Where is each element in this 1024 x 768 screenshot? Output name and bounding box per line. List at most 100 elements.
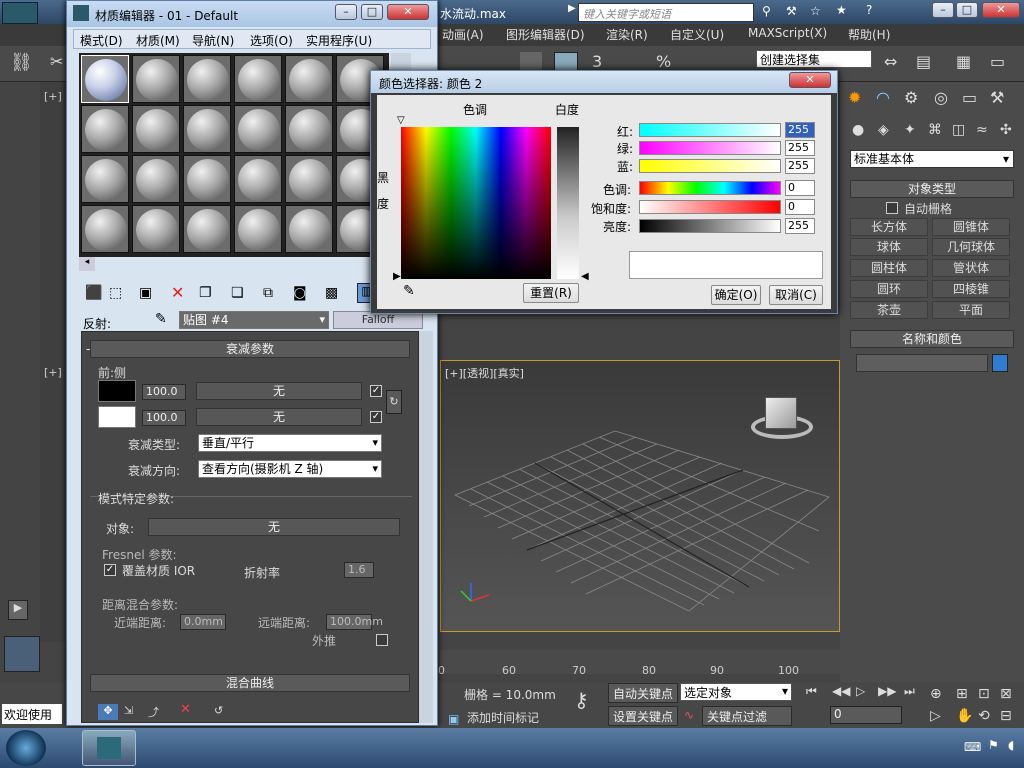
minimize-button[interactable]: – (932, 2, 954, 18)
object-pick-button[interactable]: 无 (148, 518, 400, 536)
falloff-params-rollout[interactable]: 衰减参数 (90, 340, 410, 358)
material-sample-slot[interactable] (183, 205, 231, 253)
me-menu-modes[interactable]: 模式(D) (80, 32, 123, 49)
ok-button[interactable]: 确定(O) (711, 285, 761, 305)
snap-3-icon[interactable]: 3 (592, 52, 602, 71)
material-sample-slot[interactable] (132, 205, 180, 253)
plane-button[interactable]: 平面 (932, 301, 1010, 319)
auto-key-button[interactable]: 自动关键点 (608, 683, 678, 703)
help-icon[interactable]: ? (866, 3, 872, 17)
goto-end-icon[interactable]: ⏭ (904, 684, 915, 699)
get-material-icon[interactable]: ⬛ (85, 285, 102, 301)
time-tag-icon[interactable]: ▣ (448, 712, 459, 726)
viewcube-icon[interactable] (747, 391, 817, 447)
pan-icon[interactable]: ✋ (956, 708, 973, 724)
saturation-value[interactable]: 0 (785, 199, 815, 215)
me-menu-navigation[interactable]: 导航(N) (192, 32, 234, 49)
viewport-label-bottom[interactable]: [+] (44, 366, 62, 379)
add-time-tag[interactable]: 添加时间标记 (466, 708, 566, 726)
zoom-extents-icon[interactable]: ⊡ (978, 686, 990, 702)
falloff-direction-dropdown[interactable]: 查看方向(摄影机 Z 轴) (198, 460, 382, 478)
blackness-marker-icon[interactable]: ▶ (393, 271, 403, 282)
hierarchy-tab-icon[interactable]: ⚙ (904, 88, 918, 107)
whiteness-marker-icon[interactable]: ◀ (581, 271, 591, 282)
reset-curve-icon[interactable]: ↺ (214, 704, 223, 717)
delete-point-icon[interactable]: ✕ (180, 702, 191, 717)
override-ior-checkbox[interactable]: ✓ (104, 564, 116, 576)
material-sample-slot[interactable] (285, 205, 333, 253)
category-dropdown[interactable]: 标准基本体 ▾ (850, 150, 1014, 168)
menu-customize[interactable]: 自定义(U) (670, 26, 724, 43)
menu-rendering[interactable]: 渲染(R) (606, 26, 648, 43)
menu-help[interactable]: 帮助(H) (848, 26, 890, 43)
create-tab-icon[interactable]: ✹ (848, 88, 861, 107)
next-frame-icon[interactable]: ▶▶ (878, 684, 896, 698)
sphere-button[interactable]: 球体 (850, 238, 928, 256)
key-icon[interactable]: ⚷ (574, 688, 589, 712)
front-amount-spinner[interactable]: 100.0 (142, 384, 186, 400)
hue-marker-icon[interactable]: ▽ (397, 116, 407, 126)
set-key-button[interactable]: 设置关键点 (608, 706, 678, 726)
material-sample-slot[interactable] (234, 55, 282, 103)
tube-button[interactable]: 管状体 (932, 259, 1010, 277)
make-unique-icon[interactable]: ❏ (231, 285, 244, 301)
eyedropper-icon[interactable]: ✎ (403, 283, 415, 299)
material-sample-slot[interactable] (132, 155, 180, 203)
object-name-input[interactable] (856, 354, 988, 372)
material-sample-slot[interactable] (234, 105, 282, 153)
material-sample-slot[interactable] (183, 55, 231, 103)
eyedropper-icon[interactable]: ✎ (155, 311, 167, 327)
max-toggle-icon[interactable]: ⊟ (1000, 708, 1012, 724)
material-sample-slot[interactable] (285, 55, 333, 103)
cancel-button[interactable]: 取消(C) (769, 285, 823, 305)
saturation-bar[interactable] (639, 200, 781, 214)
star-icon[interactable]: ☆ (810, 4, 821, 18)
material-sample-slot[interactable] (132, 55, 180, 103)
start-button[interactable] (6, 730, 46, 766)
material-sample-slot[interactable] (234, 155, 282, 203)
me-menu-utilities[interactable]: 实用程序(U) (306, 32, 372, 49)
material-sample-slot[interactable] (132, 105, 180, 153)
green-bar[interactable] (639, 141, 781, 155)
geosphere-button[interactable]: 几何球体 (932, 238, 1010, 256)
red-value[interactable]: 255 (785, 122, 815, 138)
selection-set-dropdown[interactable]: 创建选择集 (756, 50, 872, 68)
front-map-checkbox[interactable]: ✓ (370, 385, 382, 397)
me-menu-options[interactable]: 选项(O) (250, 32, 293, 49)
modify-tab-icon[interactable]: ◠ (876, 88, 890, 107)
side-color-swatch[interactable] (98, 406, 136, 428)
timeline-ruler[interactable]: 0 60 70 80 90 100 (438, 650, 840, 677)
hue-value[interactable]: 0 (785, 180, 815, 196)
utilities-tab-icon[interactable]: ⚒ (990, 88, 1004, 107)
cone-button[interactable]: 圆锥体 (932, 218, 1010, 236)
hue-blackness-field[interactable] (401, 127, 551, 279)
maximize-button[interactable]: □ (956, 2, 978, 18)
cp-close-button[interactable]: ✕ (789, 72, 831, 88)
red-bar[interactable] (639, 123, 781, 137)
layers-icon[interactable]: ▦ (956, 52, 971, 71)
keyboard-icon[interactable]: ⌨ (964, 740, 981, 754)
whiteness-slider[interactable] (557, 127, 579, 279)
teapot-button[interactable]: 茶壶 (850, 301, 928, 319)
orbit-icon[interactable]: ⟲ (978, 708, 990, 724)
zoom-all-icon[interactable]: ⊞ (956, 686, 968, 702)
binoculars-icon[interactable]: ⚲ (762, 4, 771, 18)
put-to-library-icon[interactable]: ⧉ (263, 285, 273, 301)
extrapolate-checkbox[interactable] (376, 634, 388, 646)
cameras-icon[interactable]: ⌘ (928, 122, 942, 138)
max-logo-icon[interactable] (2, 2, 38, 24)
star-filled-icon[interactable]: ★ (836, 3, 847, 17)
move-point-icon[interactable]: ✥ (98, 704, 118, 720)
side-map-button[interactable]: 无 (196, 408, 362, 426)
green-value[interactable]: 255 (785, 140, 815, 156)
curve-editor-icon[interactable]: ▭ (990, 52, 1005, 71)
material-sample-slot[interactable] (81, 55, 129, 103)
align-icon[interactable]: ▤ (916, 52, 931, 71)
box-button[interactable]: 长方体 (850, 218, 928, 236)
me-menu-material[interactable]: 材质(M) (136, 32, 180, 49)
cylinder-button[interactable]: 圆柱体 (850, 259, 928, 277)
front-color-swatch[interactable] (98, 380, 136, 402)
pyramid-button[interactable]: 四棱锥 (932, 280, 1010, 298)
value-value[interactable]: 255 (785, 218, 815, 234)
geometry-icon[interactable]: ● (852, 122, 864, 138)
